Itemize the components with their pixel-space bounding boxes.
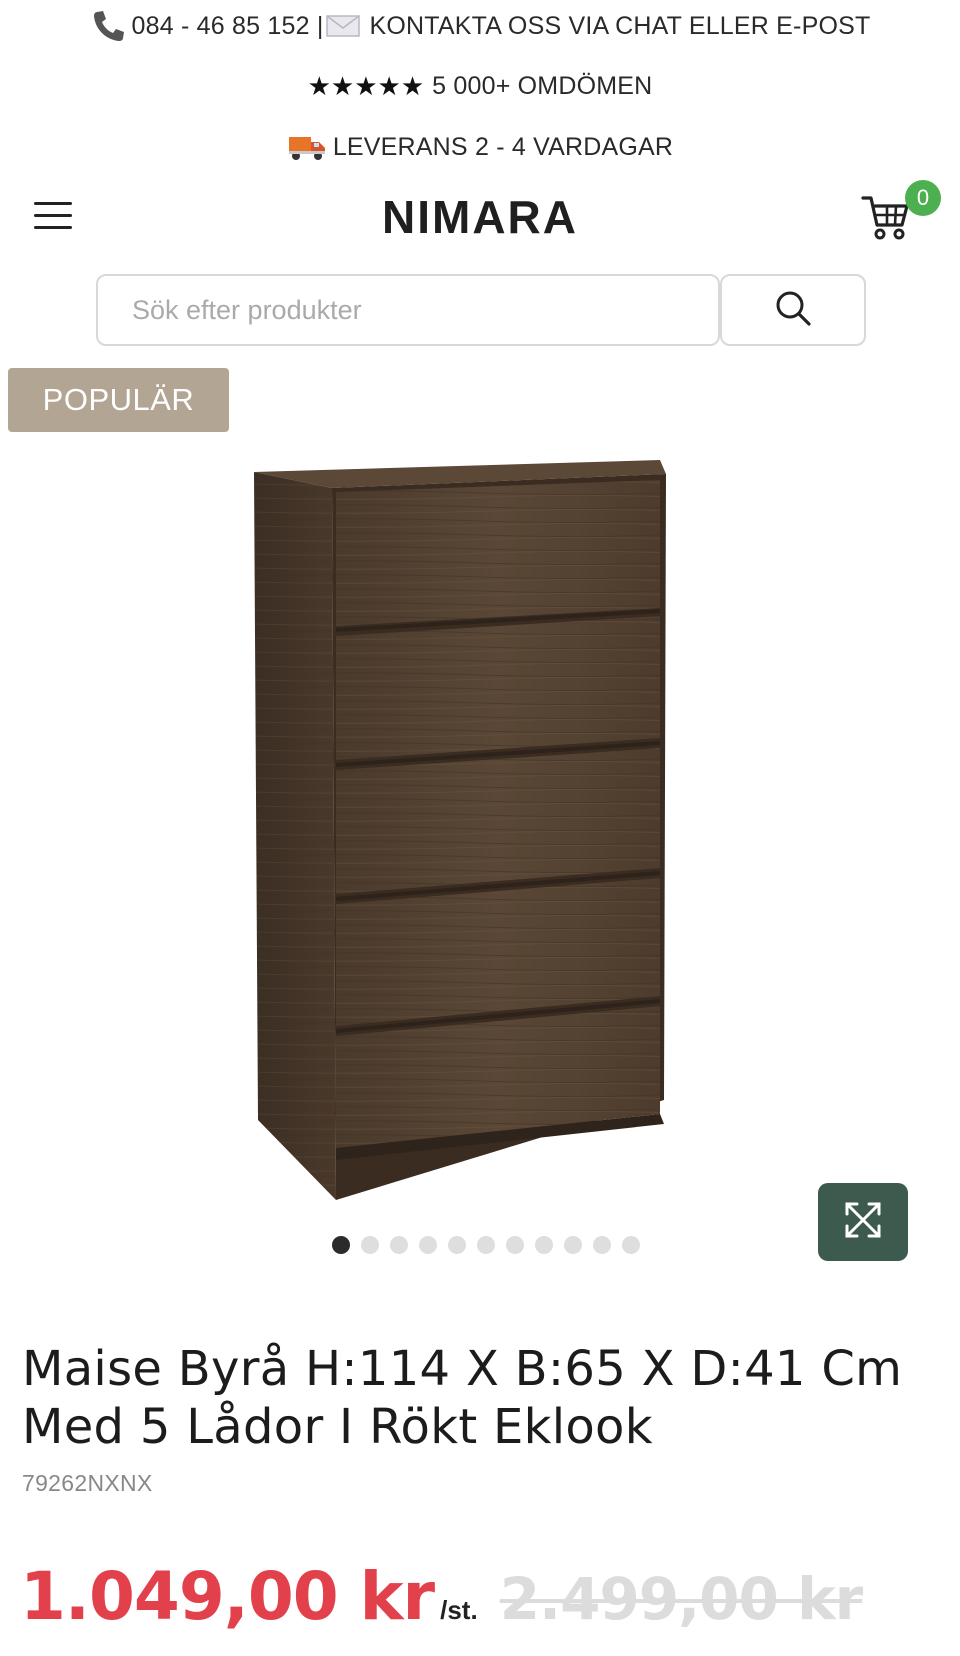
phone-icon bbox=[90, 9, 126, 43]
site-logo[interactable]: NIMARA bbox=[0, 190, 960, 244]
truck-icon bbox=[287, 131, 327, 163]
gallery-pagination bbox=[0, 1236, 960, 1254]
reviews-count[interactable]: 5 000+ OMDÖMEN bbox=[432, 72, 652, 101]
gallery-dot[interactable] bbox=[389, 1236, 408, 1254]
sale-price: 1.049,00 kr bbox=[20, 1558, 435, 1635]
gallery-dot[interactable] bbox=[534, 1236, 553, 1254]
phone-number[interactable]: 084 - 46 85 152 | bbox=[132, 12, 324, 41]
gallery-dot[interactable] bbox=[621, 1236, 640, 1254]
gallery-dot[interactable] bbox=[505, 1236, 524, 1254]
contact-link[interactable]: KONTAKTA OSS VIA CHAT ELLER E-POST bbox=[370, 12, 871, 41]
rating-stars: ★★★★★ bbox=[307, 70, 425, 101]
gallery-dot[interactable] bbox=[476, 1236, 495, 1254]
cart-count-badge: 0 bbox=[905, 180, 941, 216]
search-button[interactable] bbox=[720, 274, 866, 346]
gallery-dot[interactable] bbox=[563, 1236, 582, 1254]
price-unit: /st. bbox=[440, 1595, 478, 1625]
mail-icon bbox=[325, 15, 360, 37]
search-icon bbox=[773, 288, 813, 333]
delivery-info: LEVERANS 2 - 4 VARDAGAR bbox=[332, 132, 674, 161]
popular-badge: POPULÄR bbox=[8, 368, 229, 432]
gallery-dot[interactable] bbox=[360, 1236, 379, 1254]
topbar-contact-line: 084 - 46 85 152 | KONTAKTA OSS VIA CHAT … bbox=[0, 6, 960, 46]
product-image[interactable] bbox=[250, 460, 710, 1200]
topbar-reviews-line: ★★★★★ 5 000+ OMDÖMEN bbox=[0, 66, 960, 106]
price-row: 1.049,00 kr /st. 2.499,00 kr bbox=[20, 1558, 864, 1638]
product-title-line2: Med 5 Lådor I Rökt Eklook bbox=[22, 1399, 653, 1455]
site-header: NIMARA bbox=[0, 178, 960, 260]
search-bar bbox=[96, 274, 866, 346]
search-input[interactable] bbox=[96, 274, 720, 346]
gallery-dot[interactable] bbox=[447, 1236, 466, 1254]
product-title: Maise Byrå H:114 X B:65 X D:41 Cm Med 5 … bbox=[22, 1340, 922, 1456]
product-title-line1: Maise Byrå H:114 X B:65 X D:41 Cm bbox=[22, 1341, 903, 1397]
gallery-dot[interactable] bbox=[592, 1236, 611, 1254]
topbar-delivery-line: LEVERANS 2 - 4 VARDAGAR bbox=[0, 127, 960, 167]
gallery-dot[interactable] bbox=[418, 1236, 437, 1254]
original-price: 2.499,00 kr bbox=[499, 1565, 864, 1633]
gallery-dot[interactable] bbox=[331, 1236, 350, 1254]
product-sku: 79262NXNX bbox=[22, 1470, 153, 1496]
